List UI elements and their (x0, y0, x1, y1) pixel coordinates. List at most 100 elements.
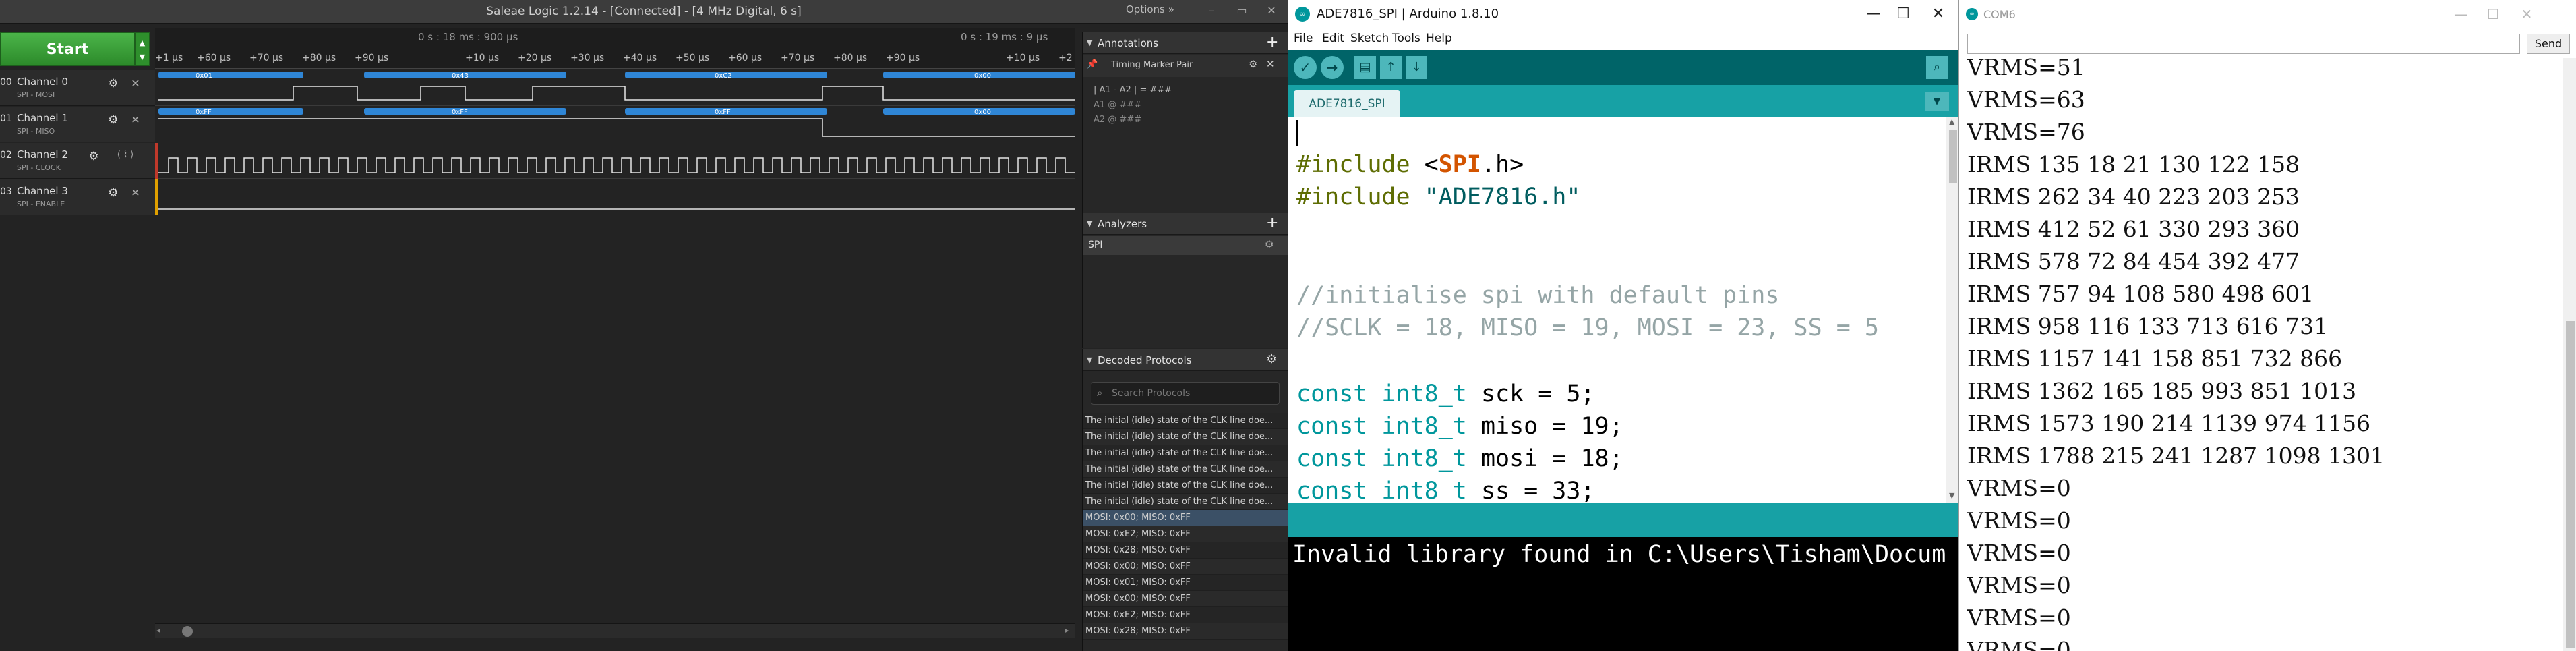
trace-channel-1[interactable]: 0xFF 0xFF 0xFF 0x00 (155, 107, 1075, 142)
serial-scrollbar[interactable] (2563, 58, 2576, 651)
decoded-protocol-row[interactable]: The initial (idle) state of the CLK line… (1083, 413, 1288, 429)
editor-scrollbar[interactable]: ▲ ▼ (1946, 117, 1958, 503)
scroll-thumb[interactable] (182, 626, 193, 637)
decoded-protocol-row[interactable]: MOSI: 0x01; MISO: 0xFF (1083, 575, 1288, 591)
scroll-thumb[interactable] (1949, 130, 1957, 183)
decoded-protocol-row[interactable]: The initial (idle) state of the CLK line… (1083, 429, 1288, 445)
scroll-left-icon[interactable]: ◂ (156, 626, 160, 635)
serial-line: VRMS=0 (1967, 475, 2071, 501)
verify-icon[interactable]: ✓ (1294, 56, 1317, 79)
close-button[interactable]: ✕ (2513, 3, 2540, 26)
menu-tools[interactable]: Tools (1392, 32, 1420, 45)
scroll-thumb[interactable] (2566, 321, 2575, 648)
decoded-protocol-row[interactable]: MOSI: 0x28; MISO: 0xFF (1083, 623, 1288, 640)
decoded-protocol-row[interactable]: MOSI: 0x00; MISO: 0xFF (1083, 559, 1288, 575)
code-editor[interactable]: #include <SPI.h> #include "ADE7816.h" //… (1288, 117, 1958, 503)
analyzers-header[interactable]: ▼ Analyzers + (1083, 213, 1288, 235)
channel-row-3[interactable]: 03 Channel 3 SPI - ENABLE ⚙ ✕ (0, 179, 155, 215)
maximize-button[interactable]: ▭ (1227, 1, 1257, 20)
options-button[interactable]: Options » (1126, 3, 1187, 20)
trace-channel-0[interactable]: 0x01 0x43 0xC2 0x00 (155, 70, 1075, 106)
annotations-header[interactable]: ▼ Annotations + (1083, 32, 1288, 54)
gear-icon[interactable]: ⚙ (106, 113, 121, 128)
decoded-protocol-row[interactable]: MOSI: 0x00; MISO: 0xFF (1083, 591, 1288, 607)
trace-channel-3[interactable] (155, 179, 1075, 215)
channel-row-2[interactable]: 02 Channel 2 SPI - CLOCK ⚙ ⟨ ⌇ ⟩ (0, 143, 155, 179)
gear-icon[interactable]: ⚙ (1265, 238, 1274, 250)
menu-sketch[interactable]: Sketch (1350, 32, 1389, 45)
tab-menu-icon[interactable]: ▼ (1925, 92, 1949, 111)
upload-icon[interactable]: → (1321, 56, 1344, 79)
channel-name[interactable]: Channel 2 (17, 148, 68, 161)
decoded-protocol-row[interactable]: MOSI: 0xE2; MISO: 0xFF (1083, 526, 1288, 542)
start-button[interactable]: Start (0, 32, 135, 66)
console-output[interactable]: Invalid library found in C:\Users\Tisham… (1288, 537, 1958, 651)
decoded-protocol-row[interactable]: MOSI: 0x00; MISO: 0xFF (1083, 510, 1288, 526)
gear-icon[interactable]: ⚙ (1249, 58, 1257, 70)
close-icon[interactable]: ✕ (1266, 58, 1275, 70)
minimize-button[interactable]: — (1860, 3, 1887, 26)
gear-icon[interactable]: ⚙ (86, 150, 101, 165)
decoded-protocol-row[interactable]: MOSI: 0x28; MISO: 0xFF (1083, 542, 1288, 559)
ruler-time-left: 0 s : 18 ms : 900 µs (418, 31, 518, 43)
gear-icon[interactable]: ⚙ (106, 186, 121, 201)
ruler-tick: +70 µs (249, 53, 284, 63)
maximize-button[interactable]: ☐ (1890, 3, 1917, 26)
down-arrow-icon[interactable]: ▼ (136, 53, 149, 61)
scroll-up-icon[interactable]: ▲ (1949, 117, 1954, 126)
serial-output[interactable]: VRMS=51 VRMS=63 VRMS=76 IRMS 135 18 21 130 … (1959, 58, 2563, 651)
decoded-protocol-row[interactable]: The initial (idle) state of the CLK line… (1083, 494, 1288, 510)
collapse-icon[interactable]: ▼ (1087, 356, 1092, 364)
save-sketch-icon[interactable]: ↓ (1406, 56, 1427, 79)
menu-file[interactable]: File (1294, 32, 1313, 45)
timing-marker-pair-row[interactable]: 📌 Timing Marker Pair ⚙ ✕ (1083, 55, 1288, 77)
analyzer-item-spi[interactable]: SPI ⚙ (1083, 236, 1288, 255)
channel-row-1[interactable]: 01 Channel 1 SPI - MISO ⚙ ✕ (0, 107, 155, 142)
channel-number: 03 (0, 186, 12, 197)
code-line: const int8_t ss = 33; (1296, 478, 1595, 503)
time-ruler[interactable]: 0 s : 18 ms : 900 µs 0 s : 19 ms : 9 µs … (155, 28, 1075, 69)
channel-name[interactable]: Channel 3 (17, 185, 68, 197)
close-icon[interactable]: ✕ (128, 113, 143, 128)
maximize-button[interactable]: ☐ (2480, 3, 2507, 26)
add-analyzer-button[interactable]: + (1266, 215, 1278, 231)
add-annotation-button[interactable]: + (1266, 34, 1278, 51)
close-button[interactable]: ✕ (1257, 1, 1286, 20)
gear-icon[interactable]: ⚙ (1266, 352, 1277, 366)
trigger-icon[interactable]: ⟨ ⌇ ⟩ (105, 150, 146, 165)
up-arrow-icon[interactable]: ▲ (136, 38, 149, 47)
send-button[interactable]: Send (2527, 34, 2570, 54)
horizontal-scrollbar[interactable]: ◂ ▸ (155, 623, 1075, 638)
close-button[interactable]: ✕ (1925, 3, 1952, 26)
tab-ade7816-spi[interactable]: ADE7816_SPI (1294, 90, 1400, 117)
decoded-protocol-row[interactable]: The initial (idle) state of the CLK line… (1083, 461, 1288, 478)
start-options-arrows[interactable]: ▲ ▼ (135, 32, 150, 66)
minimize-button[interactable]: — (2447, 3, 2474, 26)
collapse-icon[interactable]: ▼ (1087, 38, 1092, 47)
decoded-protocol-row[interactable]: The initial (idle) state of the CLK line… (1083, 445, 1288, 461)
trace-channel-2[interactable] (155, 143, 1075, 179)
close-icon[interactable]: ✕ (128, 77, 143, 92)
collapse-icon[interactable]: ▼ (1087, 219, 1092, 228)
decoded-protocol-row[interactable]: MOSI: 0xE2; MISO: 0xFF (1083, 607, 1288, 623)
scroll-down-icon[interactable]: ▼ (1949, 491, 1954, 500)
open-sketch-icon[interactable]: ↑ (1380, 56, 1402, 79)
channel-analyzer-label: SPI - MISO (17, 127, 55, 136)
channel-row-0[interactable]: 00 Channel 0 SPI - MOSI ⚙ ✕ (0, 70, 155, 106)
gear-icon[interactable]: ⚙ (106, 77, 121, 92)
timing-marker[interactable] (155, 179, 158, 215)
scroll-right-icon[interactable]: ▸ (1065, 626, 1069, 635)
menu-help[interactable]: Help (1426, 32, 1452, 45)
ruler-tick: +60 µs (197, 53, 231, 63)
serial-input[interactable] (1967, 34, 2520, 54)
search-protocols-input[interactable]: ⌕ Search Protocols (1091, 382, 1280, 405)
minimize-button[interactable]: – (1197, 1, 1226, 20)
channel-name[interactable]: Channel 0 (17, 76, 68, 88)
serial-monitor-icon[interactable]: ⌕ (1926, 56, 1948, 79)
decoded-protocol-row[interactable]: The initial (idle) state of the CLK line… (1083, 478, 1288, 494)
channel-name[interactable]: Channel 1 (17, 112, 68, 124)
close-icon[interactable]: ✕ (128, 186, 143, 201)
menu-edit[interactable]: Edit (1322, 32, 1344, 45)
new-sketch-icon[interactable]: ▤ (1354, 56, 1376, 79)
decoded-protocols-header[interactable]: ▼ Decoded Protocols ⚙ (1083, 349, 1288, 371)
